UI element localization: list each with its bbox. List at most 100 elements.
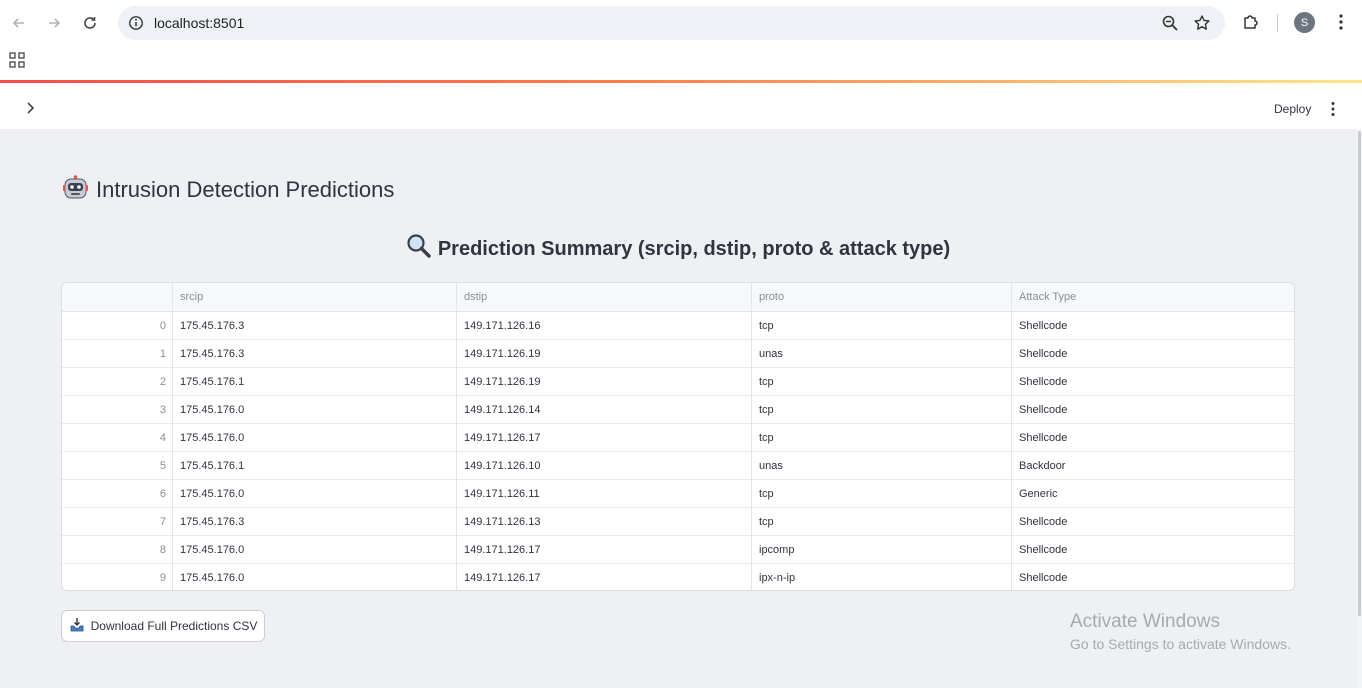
cell-proto[interactable]: ipx-n-ip <box>752 564 1012 590</box>
toolbar-divider <box>1277 14 1278 32</box>
cell-srcip[interactable]: 175.45.176.1 <box>173 368 457 396</box>
table-row[interactable]: 7 175.45.176.3 149.171.126.13 tcp Shellc… <box>62 508 1294 536</box>
row-index: 5 <box>159 460 166 472</box>
cell-attack-type[interactable]: Shellcode <box>1012 340 1294 368</box>
table-row[interactable]: 3 175.45.176.0 149.171.126.14 tcp Shellc… <box>62 396 1294 424</box>
cell-srcip[interactable]: 175.45.176.3 <box>173 312 457 340</box>
cell-dstip[interactable]: 149.171.126.17 <box>457 564 752 590</box>
cell-dstip[interactable]: 149.171.126.14 <box>457 396 752 424</box>
cell-attack-type[interactable]: Shellcode <box>1012 368 1294 396</box>
windows-activation-title: Activate Windows <box>1070 611 1220 632</box>
section-subtitle: Prediction Summary (srcip, dstip, proto … <box>0 233 1356 265</box>
zoom-icon[interactable] <box>1161 14 1179 37</box>
column-header-srcip[interactable]: srcip <box>173 283 457 312</box>
forward-arrow-icon[interactable] <box>42 11 66 35</box>
column-header-proto[interactable]: proto <box>752 283 1012 312</box>
row-index: 6 <box>159 488 166 500</box>
download-button-label: Download Full Predictions CSV <box>90 619 258 633</box>
chevron-right-icon[interactable] <box>22 100 38 121</box>
kebab-menu-icon[interactable] <box>1326 100 1340 123</box>
row-index: 7 <box>159 516 166 528</box>
cell-proto[interactable]: tcp <box>752 312 1012 340</box>
row-index: 1 <box>159 348 166 360</box>
cell-proto[interactable]: tcp <box>752 480 1012 508</box>
profile-avatar[interactable]: S <box>1294 12 1315 33</box>
cell-attack-type[interactable]: Shellcode <box>1012 536 1294 564</box>
info-icon[interactable] <box>128 15 144 36</box>
cell-attack-type[interactable]: Shellcode <box>1012 396 1294 424</box>
table-row[interactable]: 9 175.45.176.0 149.171.126.17 ipx-n-ip S… <box>62 564 1294 590</box>
row-index: 9 <box>159 572 166 584</box>
table-row[interactable]: 1 175.45.176.3 149.171.126.19 unas Shell… <box>62 340 1294 368</box>
table-header: srcip dstip proto Attack Type <box>62 283 1294 312</box>
cell-proto[interactable]: tcp <box>752 508 1012 536</box>
table-row[interactable]: 2 175.45.176.1 149.171.126.19 tcp Shellc… <box>62 368 1294 396</box>
cell-dstip[interactable]: 149.171.126.11 <box>457 480 752 508</box>
browser-toolbar: localhost:8501 S <box>0 0 1362 46</box>
cell-dstip[interactable]: 149.171.126.19 <box>457 368 752 396</box>
cell-proto[interactable]: tcp <box>752 424 1012 452</box>
column-divider[interactable] <box>1011 283 1012 590</box>
cell-proto[interactable]: tcp <box>752 368 1012 396</box>
table-row[interactable]: 6 175.45.176.0 149.171.126.11 tcp Generi… <box>62 480 1294 508</box>
cell-srcip[interactable]: 175.45.176.0 <box>173 480 457 508</box>
cell-attack-type[interactable]: Shellcode <box>1012 564 1294 590</box>
column-header-attack-type[interactable]: Attack Type <box>1012 283 1294 312</box>
cell-dstip[interactable]: 149.171.126.16 <box>457 312 752 340</box>
reload-icon[interactable] <box>78 11 102 35</box>
apps-grid-icon[interactable] <box>9 52 25 73</box>
cell-attack-type[interactable]: Backdoor <box>1012 452 1294 480</box>
cell-proto[interactable]: ipcomp <box>752 536 1012 564</box>
kebab-menu-icon[interactable] <box>1331 12 1351 37</box>
puzzle-icon[interactable] <box>1241 12 1261 37</box>
predictions-table[interactable]: srcip dstip proto Attack Type 0 175.45.1… <box>61 282 1295 591</box>
download-csv-button[interactable]: Download Full Predictions CSV <box>61 610 265 642</box>
column-divider <box>172 283 173 590</box>
cell-srcip[interactable]: 175.45.176.0 <box>173 564 457 590</box>
cell-proto[interactable]: unas <box>752 340 1012 368</box>
address-bar[interactable]: localhost:8501 <box>118 6 1225 40</box>
table-row[interactable]: 4 175.45.176.0 149.171.126.17 tcp Shellc… <box>62 424 1294 452</box>
table-row[interactable]: 5 175.45.176.1 149.171.126.10 unas Backd… <box>62 452 1294 480</box>
cell-srcip[interactable]: 175.45.176.0 <box>173 396 457 424</box>
back-arrow-icon[interactable] <box>7 11 31 35</box>
row-index: 0 <box>159 320 166 332</box>
cell-dstip[interactable]: 149.171.126.17 <box>457 424 752 452</box>
table-row[interactable]: 0 175.45.176.3 149.171.126.16 tcp Shellc… <box>62 312 1294 340</box>
star-icon[interactable] <box>1193 14 1211 37</box>
cell-proto[interactable]: tcp <box>752 396 1012 424</box>
cell-attack-type[interactable]: Shellcode <box>1012 508 1294 536</box>
row-index: 4 <box>159 432 166 444</box>
page-title: Intrusion Detection Predictions <box>62 174 394 206</box>
column-header-dstip[interactable]: dstip <box>457 283 752 312</box>
column-divider[interactable] <box>456 283 457 590</box>
robot-face-icon <box>62 174 89 207</box>
deploy-button[interactable]: Deploy <box>1266 100 1319 118</box>
url-text[interactable]: localhost:8501 <box>154 15 244 31</box>
cell-dstip[interactable]: 149.171.126.10 <box>457 452 752 480</box>
cell-dstip[interactable]: 149.171.126.19 <box>457 340 752 368</box>
magnifier-icon <box>406 233 432 265</box>
page-title-text: Intrusion Detection Predictions <box>96 177 395 202</box>
column-divider[interactable] <box>751 283 752 590</box>
cell-srcip[interactable]: 175.45.176.0 <box>173 536 457 564</box>
cell-attack-type[interactable]: Shellcode <box>1012 312 1294 340</box>
row-index: 2 <box>159 376 166 388</box>
cell-attack-type[interactable]: Generic <box>1012 480 1294 508</box>
cell-attack-type[interactable]: Shellcode <box>1012 424 1294 452</box>
cell-srcip[interactable]: 175.45.176.3 <box>173 508 457 536</box>
cell-srcip[interactable]: 175.45.176.0 <box>173 424 457 452</box>
cell-proto[interactable]: unas <box>752 452 1012 480</box>
row-index: 8 <box>159 544 166 556</box>
app-header <box>0 83 1362 129</box>
bookmarks-bar <box>0 46 1362 80</box>
cell-dstip[interactable]: 149.171.126.17 <box>457 536 752 564</box>
cell-srcip[interactable]: 175.45.176.3 <box>173 340 457 368</box>
inbox-tray-icon <box>69 617 85 636</box>
table-row[interactable]: 8 175.45.176.0 149.171.126.17 ipcomp She… <box>62 536 1294 564</box>
cell-srcip[interactable]: 175.45.176.1 <box>173 452 457 480</box>
cell-dstip[interactable]: 149.171.126.13 <box>457 508 752 536</box>
scrollbar-thumb[interactable] <box>1358 131 1361 616</box>
windows-activation-subtitle: Go to Settings to activate Windows. <box>1070 636 1291 652</box>
subtitle-text: Prediction Summary (srcip, dstip, proto … <box>437 237 951 260</box>
